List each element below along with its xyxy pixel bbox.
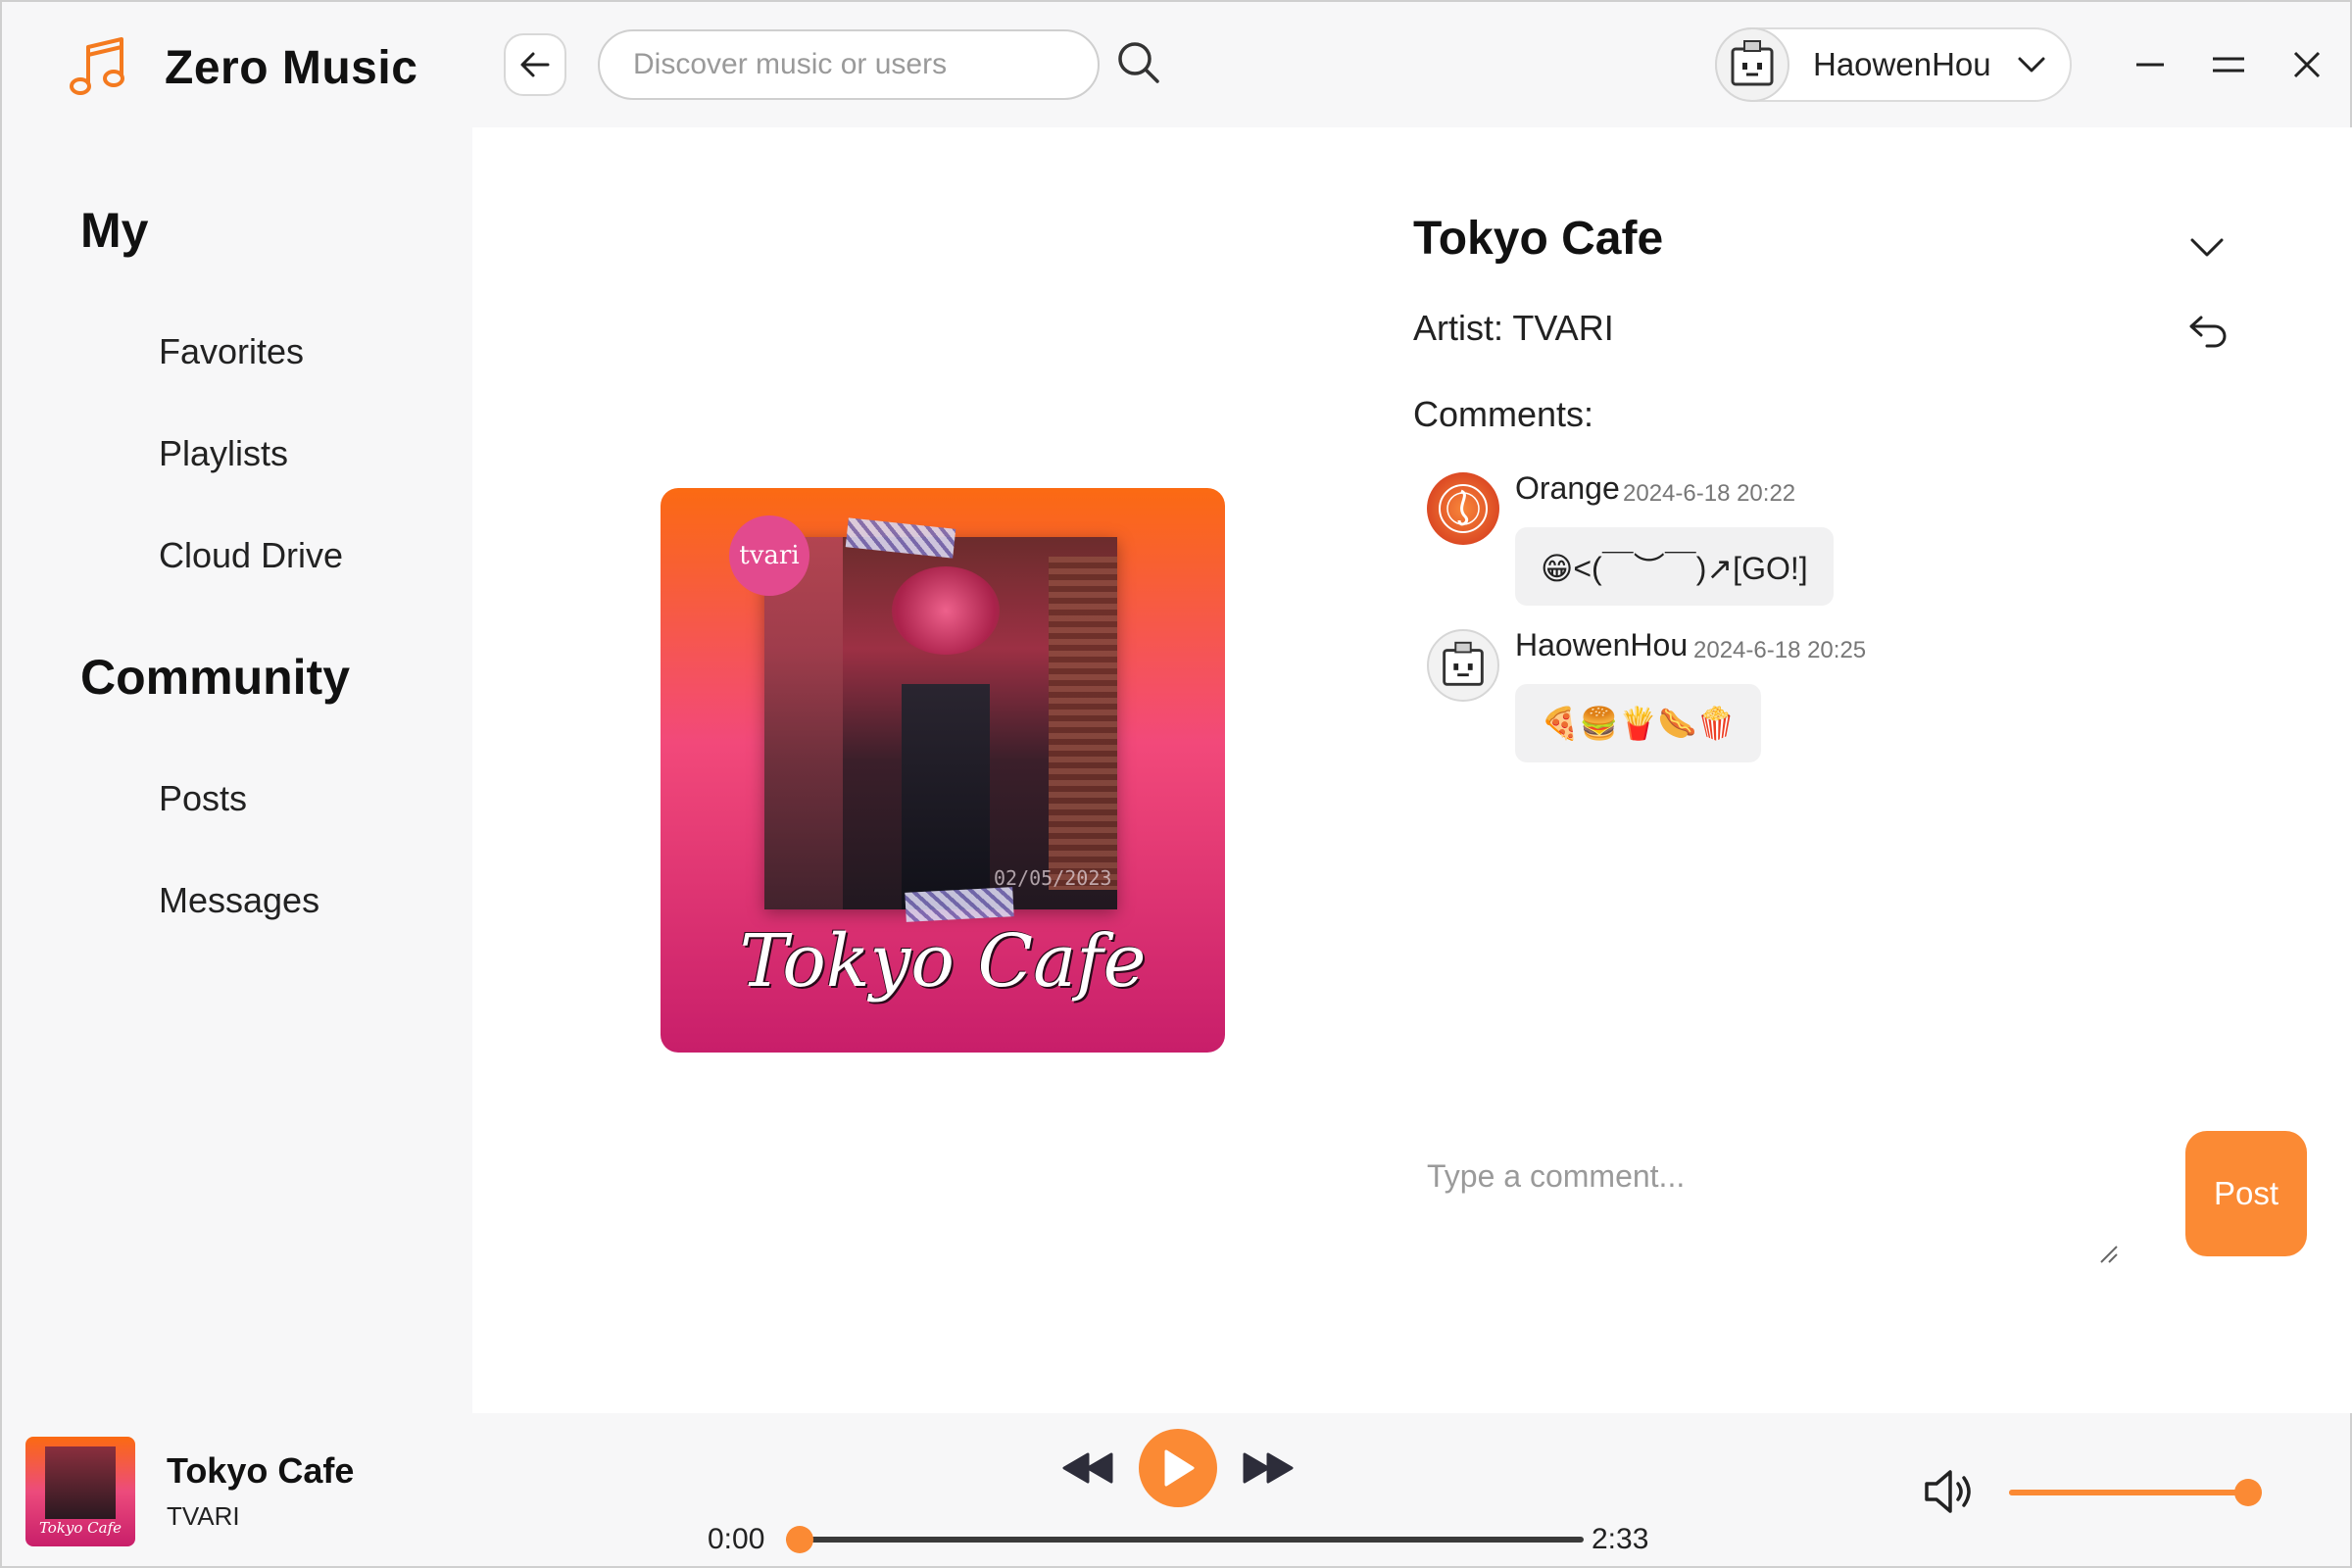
total-time: 2:33 <box>1592 1523 1649 1555</box>
sidebar-heading-community: Community <box>80 650 350 705</box>
comment-text: 🍕🍔🍟🌭🍿 <box>1515 684 1762 762</box>
robot-avatar-icon <box>1731 40 1774 86</box>
tape-decoration <box>905 887 1014 922</box>
sidebar-item-playlists[interactable]: Playlists <box>159 433 288 474</box>
close-icon <box>2293 51 2321 78</box>
comment-time: 2024-6-18 20:25 <box>1693 637 1867 663</box>
sidebar-item-posts[interactable]: Posts <box>159 778 247 819</box>
title-bar: Zero Music HaowenHou <box>2 2 2352 127</box>
sidebar-item-cloud-drive[interactable]: Cloud Drive <box>159 535 343 576</box>
maximize-icon <box>2213 57 2244 73</box>
album-cover: tvari 02/05/2023 Tokyo Cafe <box>661 488 1225 1053</box>
previous-button[interactable] <box>1060 1448 1115 1488</box>
now-playing-artist: TVARI <box>167 1501 240 1531</box>
back-button[interactable] <box>504 33 566 96</box>
close-button[interactable] <box>2283 41 2330 88</box>
sidebar-item-messages[interactable]: Messages <box>159 880 319 921</box>
volume-slider[interactable] <box>2009 1479 2262 1506</box>
arrow-left-icon <box>520 52 550 77</box>
mini-cover-script: Tokyo Cafe <box>38 1519 122 1537</box>
comments-label: Comments: <box>1413 394 1594 434</box>
user-menu[interactable]: HaowenHou <box>1715 27 2072 102</box>
next-button[interactable] <box>1241 1448 1296 1488</box>
volume-thumb[interactable] <box>2234 1479 2262 1506</box>
avatar[interactable] <box>1427 472 1499 545</box>
comment-user[interactable]: Orange <box>1515 470 1620 507</box>
fast-forward-icon <box>1243 1452 1294 1484</box>
minimize-icon <box>2136 63 2164 67</box>
search-input[interactable] <box>633 48 1098 81</box>
cover-photo <box>764 537 1117 909</box>
avatar <box>1715 27 1789 102</box>
seek-bar[interactable] <box>786 1526 1584 1553</box>
app-window: Zero Music HaowenHou <box>0 0 2352 1568</box>
maximize-button[interactable] <box>2205 41 2252 88</box>
minimize-button[interactable] <box>2127 41 2174 88</box>
volume-fill <box>2009 1490 2248 1495</box>
comment-input[interactable] <box>1413 1147 2119 1382</box>
sidebar-item-favorites[interactable]: Favorites <box>159 331 304 372</box>
cover-script-title: Tokyo Cafe <box>739 919 1147 1004</box>
cover-badge: tvari <box>729 515 809 596</box>
resize-grip-icon[interactable] <box>2095 1241 2119 1264</box>
rewind-icon <box>1062 1452 1113 1484</box>
share-arrow-icon <box>2189 316 2227 348</box>
comment-text: 😁<(￣︶￣)↗[GO!] <box>1515 527 1834 606</box>
robot-avatar-icon <box>1443 641 1484 686</box>
song-detail-panel: tvari 02/05/2023 Tokyo Cafe Tokyo Cafe A… <box>472 127 2352 1413</box>
current-time: 0:00 <box>708 1523 765 1555</box>
play-icon <box>1164 1449 1195 1487</box>
avatar[interactable] <box>1427 629 1499 702</box>
now-playing-cover[interactable]: Tokyo Cafe <box>25 1437 135 1546</box>
volume-icon[interactable] <box>1921 1466 1976 1517</box>
seek-thumb[interactable] <box>786 1526 813 1553</box>
artist-line: Artist: TVARI <box>1413 308 1614 348</box>
app-title: Zero Music <box>165 42 418 94</box>
search-box[interactable] <box>598 29 1100 100</box>
song-title: Tokyo Cafe <box>1413 213 1664 265</box>
chevron-down-icon <box>2018 57 2045 73</box>
play-button[interactable] <box>1139 1429 1217 1507</box>
search-icon[interactable] <box>1113 37 1164 88</box>
post-button[interactable]: Post <box>2185 1131 2307 1256</box>
sidebar-heading-my: My <box>80 203 149 258</box>
user-name: HaowenHou <box>1813 46 1991 82</box>
music-note-icon <box>70 37 124 95</box>
comment-time: 2024-6-18 20:22 <box>1623 480 1796 507</box>
collapse-button[interactable] <box>2181 221 2232 272</box>
chevron-down-icon <box>2190 238 2224 257</box>
sidebar: My Favorites Playlists Cloud Drive Commu… <box>2 127 472 1413</box>
cover-date: 02/05/2023 <box>994 866 1112 890</box>
now-playing-title: Tokyo Cafe <box>167 1450 355 1491</box>
music-clef-avatar-icon <box>1439 484 1488 533</box>
share-button[interactable] <box>2181 304 2236 359</box>
player-bar: Tokyo Cafe Tokyo Cafe TVARI 0:00 2:33 <box>2 1413 2352 1568</box>
comment-user[interactable]: HaowenHou <box>1515 627 1688 663</box>
